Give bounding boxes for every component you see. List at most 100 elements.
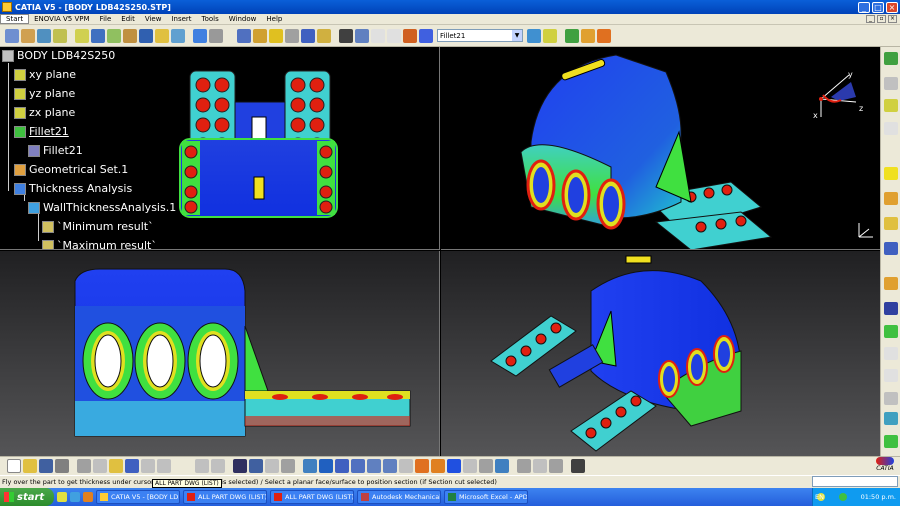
knowledge-advisor-icon[interactable] — [249, 459, 263, 473]
formula-icon[interactable] — [179, 459, 193, 473]
swap-visible-icon[interactable] — [479, 459, 493, 473]
minimize-button[interactable]: _ — [858, 1, 870, 13]
plane-tool-icon[interactable] — [884, 325, 898, 338]
comment-icon[interactable] — [195, 459, 209, 473]
line-icon[interactable] — [884, 347, 898, 360]
rib-icon[interactable] — [884, 192, 898, 205]
redo-icon[interactable] — [141, 459, 155, 473]
boolean-union-icon[interactable] — [884, 392, 898, 405]
part-underside-view[interactable] — [441, 251, 880, 456]
taskbar-item-excel[interactable]: Microsoft Excel - APDL — [444, 490, 528, 504]
viewport-top-left[interactable]: BODY LDB42S250 xy plane yz plane zx plan… — [0, 47, 440, 250]
copy-icon[interactable] — [93, 459, 107, 473]
doc-close-button[interactable]: × — [888, 15, 897, 23]
surface-analysis-icon[interactable] — [565, 28, 579, 43]
command-input[interactable] — [812, 476, 898, 487]
split-icon[interactable] — [884, 122, 898, 135]
shading-icon[interactable] — [447, 459, 461, 473]
3d-viewport[interactable]: BODY LDB42S250 xy plane yz plane zx plan… — [0, 47, 880, 456]
table-icon[interactable] — [211, 459, 225, 473]
quicklaunch-browser-icon[interactable] — [70, 492, 80, 502]
fit-all-icon[interactable] — [319, 459, 333, 473]
maximize-button[interactable]: □ — [872, 1, 884, 13]
pan-icon[interactable] — [335, 459, 349, 473]
construction-icon[interactable] — [549, 459, 563, 473]
tree-node-fillet-child[interactable]: Fillet21 — [28, 144, 83, 157]
feature-combo[interactable]: Fillet21 ▼ — [437, 29, 523, 42]
symmetry-icon[interactable] — [269, 28, 283, 43]
scene-icon[interactable] — [571, 459, 585, 473]
menu-insert[interactable]: Insert — [166, 15, 196, 23]
normal-view-icon[interactable] — [399, 459, 413, 473]
tree-node-maximum-result[interactable]: `Maximum result` — [42, 239, 157, 249]
paste-icon[interactable] — [109, 459, 123, 473]
taskbar-item-catia[interactable]: CATIA V5 - [BODY LD... — [96, 490, 180, 504]
close-button[interactable]: × — [886, 1, 898, 13]
part-front-view[interactable] — [0, 251, 440, 456]
tree-node-minimum-result[interactable]: `Minimum result` — [42, 220, 154, 233]
hide-show-icon[interactable] — [463, 459, 477, 473]
new-icon[interactable] — [7, 459, 21, 473]
tree-node-fillet-group[interactable]: Fillet21 — [14, 125, 69, 138]
eraser-icon[interactable] — [193, 28, 207, 43]
pad-icon[interactable] — [884, 77, 898, 90]
viewport-top-right[interactable]: y z x — [441, 47, 880, 250]
viewport-bottom-left[interactable] — [0, 251, 440, 456]
taskbar-item-pdf-2[interactable]: ALL PART DWG (LIST) — [270, 490, 354, 504]
iso-view-icon[interactable] — [431, 459, 445, 473]
menu-view[interactable]: View — [140, 15, 167, 23]
doc-minimize-button[interactable]: _ — [866, 15, 875, 23]
curvature-icon[interactable] — [543, 28, 557, 43]
tree-node-yz-plane[interactable]: yz plane — [14, 87, 75, 100]
quicklaunch-desktop-icon[interactable] — [57, 492, 67, 502]
assemble-icon[interactable] — [884, 412, 898, 425]
grid-icon[interactable] — [517, 459, 531, 473]
draft-icon[interactable] — [107, 28, 121, 43]
axis-icon[interactable] — [884, 369, 898, 382]
thread-icon[interactable] — [155, 28, 169, 43]
taskbar-item-autodesk[interactable]: Autodesk Mechanical ... — [357, 490, 441, 504]
clock[interactable]: 01:50 p.m. — [861, 493, 896, 501]
point-icon[interactable] — [884, 302, 898, 315]
language-indicator[interactable]: EN — [815, 493, 824, 501]
boolean-icon[interactable] — [884, 242, 898, 255]
print-icon[interactable] — [55, 459, 69, 473]
layer-icon[interactable] — [495, 459, 509, 473]
fly-mode-icon[interactable] — [303, 459, 317, 473]
remove-icon[interactable] — [884, 435, 898, 448]
measure-item-icon[interactable] — [387, 28, 401, 43]
hole-icon[interactable] — [884, 167, 898, 180]
save-icon[interactable] — [39, 459, 53, 473]
sketch-icon[interactable] — [884, 99, 898, 112]
connect-checker-icon[interactable] — [581, 28, 595, 43]
taskbar-item-pdf-1[interactable]: ALL PART DWG (LIST) — [183, 490, 267, 504]
help-icon[interactable] — [157, 459, 171, 473]
tree-node-zx-plane[interactable]: zx plane — [14, 106, 75, 119]
start-button[interactable]: start — [0, 488, 54, 506]
tree-node-root[interactable]: BODY LDB42S250 — [2, 49, 115, 62]
mirror-icon[interactable] — [285, 28, 299, 43]
sketcher-icon[interactable] — [5, 28, 19, 43]
shaft-icon[interactable] — [53, 28, 67, 43]
translate-icon[interactable] — [237, 28, 251, 43]
multi-view-icon[interactable] — [415, 459, 429, 473]
fillet-icon[interactable] — [75, 28, 89, 43]
pattern-icon[interactable] — [301, 28, 315, 43]
chevron-down-icon[interactable]: ▼ — [512, 30, 522, 41]
orange-dot-icon[interactable] — [884, 277, 898, 290]
tray-network-icon[interactable] — [838, 493, 847, 501]
menu-file[interactable]: File — [95, 15, 117, 23]
menu-window[interactable]: Window — [224, 15, 262, 23]
stiffener-icon[interactable] — [884, 217, 898, 230]
rotate-view-icon[interactable] — [351, 459, 365, 473]
undo-icon[interactable] — [125, 459, 139, 473]
measure-between-icon[interactable] — [371, 28, 385, 43]
thickness-icon[interactable] — [139, 28, 153, 43]
wall-thickness-icon[interactable] — [527, 28, 541, 43]
cut-icon[interactable] — [77, 459, 91, 473]
tree-node-xy-plane[interactable]: xy plane — [14, 68, 76, 81]
knowledge-icon[interactable] — [597, 28, 611, 43]
menu-tools[interactable]: Tools — [197, 15, 224, 23]
tree-node-geometrical-set[interactable]: Geometrical Set.1 — [14, 163, 128, 176]
menu-start[interactable]: Start — [0, 14, 30, 24]
